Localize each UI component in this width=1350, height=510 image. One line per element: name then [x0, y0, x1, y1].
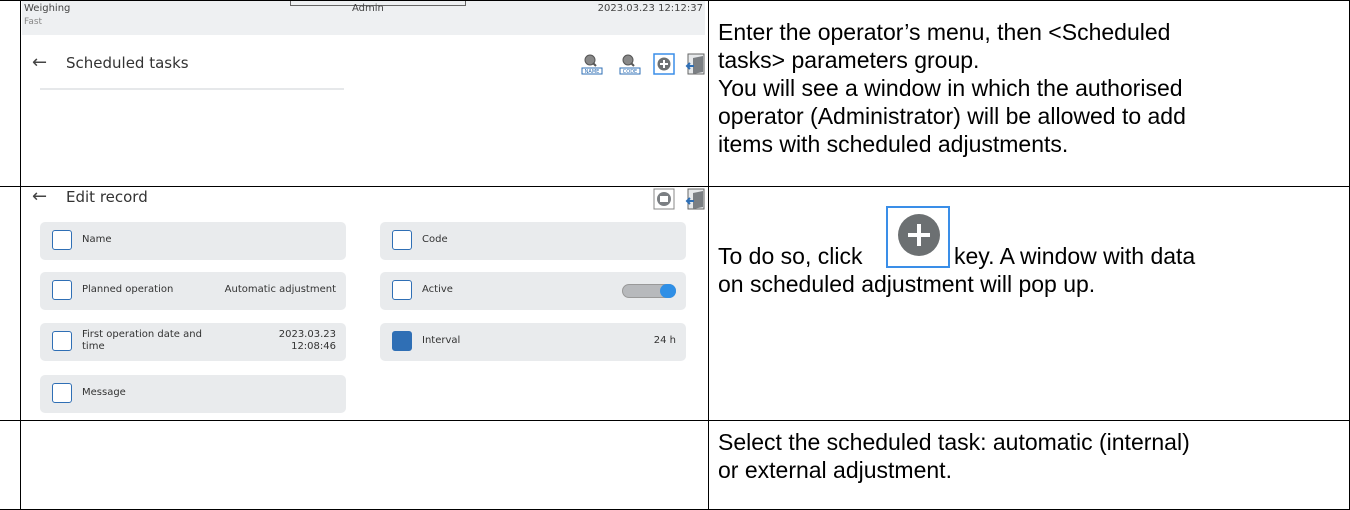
desc1-line-1: Enter the operator’s menu, then <Schedul… [718, 19, 1171, 45]
code-icon [392, 230, 412, 250]
search-code-icon[interactable]: CODE [618, 52, 642, 76]
field-name[interactable]: Name [40, 222, 346, 260]
message-icon [52, 383, 72, 403]
status-bar: Weighing Fast Admin 2023.03.23 12:12:37 [22, 1, 705, 35]
field-code[interactable]: Code [380, 222, 686, 260]
description-1: Enter the operator’s menu, then <Schedul… [718, 18, 1346, 158]
field-interval[interactable]: Interval 24 h [380, 323, 686, 361]
first-date-label: First operation date and time [82, 329, 202, 353]
checkmark-icon [392, 280, 412, 300]
clock-icon [392, 331, 412, 351]
planned-operation-label: Planned operation [82, 284, 174, 295]
document-table: Weighing Fast Admin 2023.03.23 12:12:37 … [0, 0, 1350, 510]
first-date-value-time: 12:08:46 [291, 341, 336, 352]
field-active[interactable]: Active [380, 272, 686, 310]
search-name-icon[interactable]: NAME [580, 52, 604, 76]
first-date-value-date: 2023.03.23 [278, 329, 336, 340]
status-mode: Weighing [24, 3, 71, 14]
desc2-after: key. A window with data [954, 243, 1196, 269]
description-2: To do so, click key. A window with data … [718, 206, 1346, 298]
calendar-clock-icon [52, 331, 72, 351]
print-icon[interactable] [652, 187, 676, 211]
message-label: Message [82, 387, 126, 398]
page-title: Scheduled tasks [66, 54, 189, 72]
desc2-line-2: on scheduled adjustment will pop up. [718, 271, 1096, 297]
desc3-line-2: or external adjustment. [718, 457, 952, 483]
status-sub: Fast [24, 17, 43, 27]
field-planned-operation[interactable]: Planned operation Automatic adjustment [40, 272, 346, 310]
interval-value: 24 h [653, 335, 676, 346]
name-icon [52, 230, 72, 250]
exit-icon[interactable] [684, 187, 708, 211]
status-datetime: 2023.03.23 12:12:37 [597, 3, 703, 14]
list-placeholder [40, 88, 344, 90]
field-name-label: Name [82, 234, 112, 245]
interval-label: Interval [422, 335, 461, 346]
active-toggle[interactable] [622, 284, 676, 298]
name-label: NAME [585, 69, 600, 75]
desc1-line-3: You will see a window in which the autho… [718, 75, 1183, 101]
field-message[interactable]: Message [40, 375, 346, 413]
desc1-line-4: operator (Administrator) will be allowed… [718, 103, 1186, 129]
add-icon[interactable] [652, 52, 676, 76]
table-border-left [20, 0, 21, 510]
planned-operation-value: Automatic adjustment [224, 284, 336, 295]
back-arrow-icon[interactable]: ← [32, 52, 47, 73]
first-date-value: 2023.03.23 12:08:46 [279, 329, 336, 353]
active-label: Active [422, 284, 453, 295]
desc2-before: To do so, click [718, 243, 863, 269]
edit-record-title: Edit record [66, 188, 148, 206]
desc1-line-5: items with scheduled adjustments. [718, 131, 1069, 157]
document-icon [52, 280, 72, 300]
status-user: Admin [352, 3, 384, 14]
description-3: Select the scheduled task: automatic (in… [718, 428, 1346, 484]
field-first-operation-date[interactable]: First operation date and time 2023.03.23 1… [40, 323, 346, 361]
code-label: CODE [623, 69, 637, 75]
column-divider [708, 0, 709, 510]
toggle-knob [660, 284, 676, 298]
desc2-line-1: To do so, click key. A window with data [718, 206, 1346, 269]
field-code-label: Code [422, 234, 448, 245]
exit-icon[interactable] [684, 52, 708, 76]
desc1-line-2: tasks> parameters group. [718, 47, 980, 73]
row-divider-2 [0, 420, 1350, 421]
first-date-label-l2: time [82, 341, 105, 352]
back-arrow-icon[interactable]: ← [32, 186, 47, 207]
first-date-label-l1: First operation date and [82, 329, 202, 340]
add-key-icon [886, 206, 950, 268]
desc3-line-1: Select the scheduled task: automatic (in… [718, 429, 1190, 455]
